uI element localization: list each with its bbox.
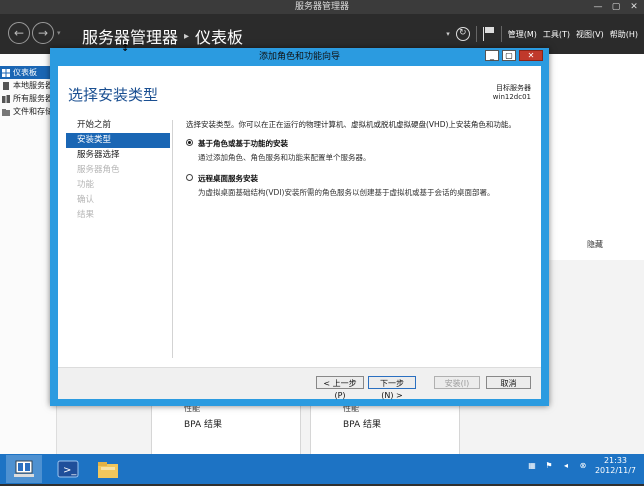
option-remote-desktop[interactable]: 远程桌面服务安装 为虚拟桌面基础结构(VDI)安装所需的角色服务以创建基于虚拟机…: [186, 173, 536, 198]
window-controls: — ▢ ✕: [590, 1, 642, 13]
target-server-name: win12dc01: [492, 93, 531, 101]
radio-role-based[interactable]: [186, 139, 193, 146]
wizard-body: 选择安装类型 目标服务器 win12dc01 开始之前 安装类型 服务器选择 服…: [58, 66, 541, 400]
step-server-roles: 服务器角色: [77, 165, 120, 175]
step-before-you-begin[interactable]: 开始之前: [66, 118, 170, 133]
wizard-window-controls: _ ▢ ✕: [485, 50, 543, 61]
tile-bpa-results[interactable]: BPA 结果: [343, 417, 381, 430]
refresh-dropdown-icon[interactable]: ▾: [446, 30, 450, 38]
divider: [475, 26, 477, 42]
flag-icon[interactable]: ⚑: [544, 461, 554, 471]
sidebar-item-label: 仪表板: [13, 68, 37, 77]
step-results: 结果: [77, 210, 95, 220]
server-manager-taskbar-button[interactable]: [6, 455, 42, 483]
file-explorer-taskbar-button[interactable]: [90, 455, 126, 483]
close-button[interactable]: ✕: [626, 1, 642, 13]
divider: [172, 120, 173, 358]
sidebar: 仪表板 本地服务器 所有服务器 文件和存储服务: [0, 54, 57, 454]
step-confirmation: 确认: [77, 195, 95, 205]
breadcrumb-separator: ▸: [184, 30, 190, 42]
wizard-heading: 选择安装类型: [68, 86, 159, 104]
servers-icon: [2, 94, 10, 103]
network-icon[interactable]: ▦: [527, 461, 537, 471]
arrow-left-icon: ←: [13, 26, 25, 40]
sidebar-item-label: 所有服务器: [13, 94, 53, 103]
cancel-button[interactable]: 取消: [486, 376, 531, 389]
breadcrumb-current: 仪表板: [195, 28, 244, 47]
svg-text:>_: >_: [63, 465, 77, 476]
tile-bpa-results[interactable]: BPA 结果: [184, 417, 222, 430]
wizard-main-panel: 选择安装类型。你可以在正在运行的物理计算机、虚拟机或脱机虚拟硬盘(VHD)上安装…: [186, 119, 536, 208]
refresh-icon[interactable]: ↻: [455, 27, 470, 41]
step-features: 功能: [77, 180, 95, 190]
powershell-icon: >_: [57, 460, 79, 478]
notification-flag-icon[interactable]: [482, 27, 495, 41]
option-title[interactable]: 基于角色或基于功能的安装: [198, 138, 371, 149]
server-manager-icon: [14, 460, 34, 477]
sidebar-item-local-server[interactable]: 本地服务器: [0, 79, 56, 92]
server-manager-titlebar: 服务器管理器 — ▢ ✕: [0, 0, 644, 14]
header-toolbar: ▾ ↻ 管理(M) 工具(T) 视图(V) 帮助(H): [446, 26, 638, 42]
wizard-title: 添加角色和功能向导: [258, 52, 340, 62]
menu-help[interactable]: 帮助(H): [610, 29, 638, 40]
target-server-info: 目标服务器 win12dc01: [493, 84, 531, 102]
divider: [500, 26, 502, 42]
forward-button[interactable]: →: [32, 22, 54, 44]
next-button[interactable]: 下一步(N) >: [368, 376, 416, 400]
sidebar-item-all-servers[interactable]: 所有服务器: [0, 92, 56, 105]
menu-tools[interactable]: 工具(T): [543, 29, 570, 40]
maximize-button[interactable]: ▢: [502, 50, 516, 61]
install-button: 安装(I): [434, 376, 480, 389]
installation-type-description: 选择安装类型。你可以在正在运行的物理计算机、虚拟机或脱机虚拟硬盘(VHD)上安装…: [186, 120, 516, 129]
previous-button[interactable]: < 上一步(P): [316, 376, 364, 400]
minimize-button[interactable]: —: [590, 1, 606, 13]
clock-date: 2012/11/7: [594, 466, 636, 475]
sidebar-item-dashboard[interactable]: 仪表板: [0, 66, 56, 79]
option-role-based[interactable]: 基于角色或基于功能的安装 通过添加角色、角色服务和功能来配置单个服务器。: [186, 138, 536, 163]
powershell-taskbar-button[interactable]: >_: [50, 455, 86, 483]
history-dropdown[interactable]: ▾: [57, 29, 61, 37]
wizard-steps-nav: 开始之前 安装类型 服务器选择 服务器角色 功能 确认 结果: [66, 118, 170, 223]
option-description: 为虚拟桌面基础结构(VDI)安装所需的角色服务以创建基于虚拟机或基于会话的桌面部…: [198, 188, 495, 197]
menu-view[interactable]: 视图(V): [576, 29, 604, 40]
sidebar-item-label: 本地服务器: [13, 81, 53, 90]
step-installation-type[interactable]: 安装类型: [66, 133, 170, 148]
folder-icon: [98, 462, 118, 478]
breadcrumb: 服务器管理器 ▸ 仪表板: [82, 24, 243, 48]
dashboard-icon: [2, 68, 10, 77]
target-server-label: 目标服务器: [496, 84, 531, 92]
minimize-button[interactable]: _: [485, 50, 499, 61]
system-tray: ▦ ⚑ ◂ ⊗ 21:33 2012/11/7: [527, 456, 636, 476]
taskbar: >_ ▦ ⚑ ◂ ⊗ 21:33 2012/11/7: [0, 454, 644, 484]
wizard-footer: < 上一步(P) 下一步(N) > 安装(I) 取消: [58, 367, 541, 400]
file-storage-icon: [2, 108, 10, 116]
window-title: 服务器管理器: [294, 2, 349, 12]
maximize-button[interactable]: ▢: [608, 1, 624, 13]
clock[interactable]: 21:33 2012/11/7: [595, 456, 636, 476]
dashboard-card: [547, 54, 644, 260]
volume-icon[interactable]: ◂: [561, 461, 571, 471]
arrow-right-icon: →: [37, 26, 49, 40]
back-button[interactable]: ←: [8, 22, 30, 44]
radio-remote-desktop[interactable]: [186, 174, 193, 181]
resize-cursor-icon: ↕: [121, 43, 130, 54]
add-roles-wizard-dialog: 添加角色和功能向导 _ ▢ ✕ 选择安装类型 目标服务器 win12dc01 开…: [50, 48, 549, 406]
sidebar-item-file-storage[interactable]: 文件和存储服务: [0, 105, 56, 118]
step-server-selection[interactable]: 服务器选择: [66, 148, 170, 163]
hide-link[interactable]: 隐藏: [587, 239, 603, 250]
menu-manage[interactable]: 管理(M): [508, 29, 537, 40]
error-icon[interactable]: ⊗: [578, 461, 588, 471]
breadcrumb-root[interactable]: 服务器管理器: [82, 24, 178, 48]
option-description: 通过添加角色、角色服务和功能来配置单个服务器。: [198, 153, 371, 162]
clock-time: 21:33: [603, 456, 628, 465]
server-icon: [3, 81, 9, 90]
close-button[interactable]: ✕: [519, 50, 543, 61]
option-title[interactable]: 远程桌面服务安装: [198, 173, 494, 184]
